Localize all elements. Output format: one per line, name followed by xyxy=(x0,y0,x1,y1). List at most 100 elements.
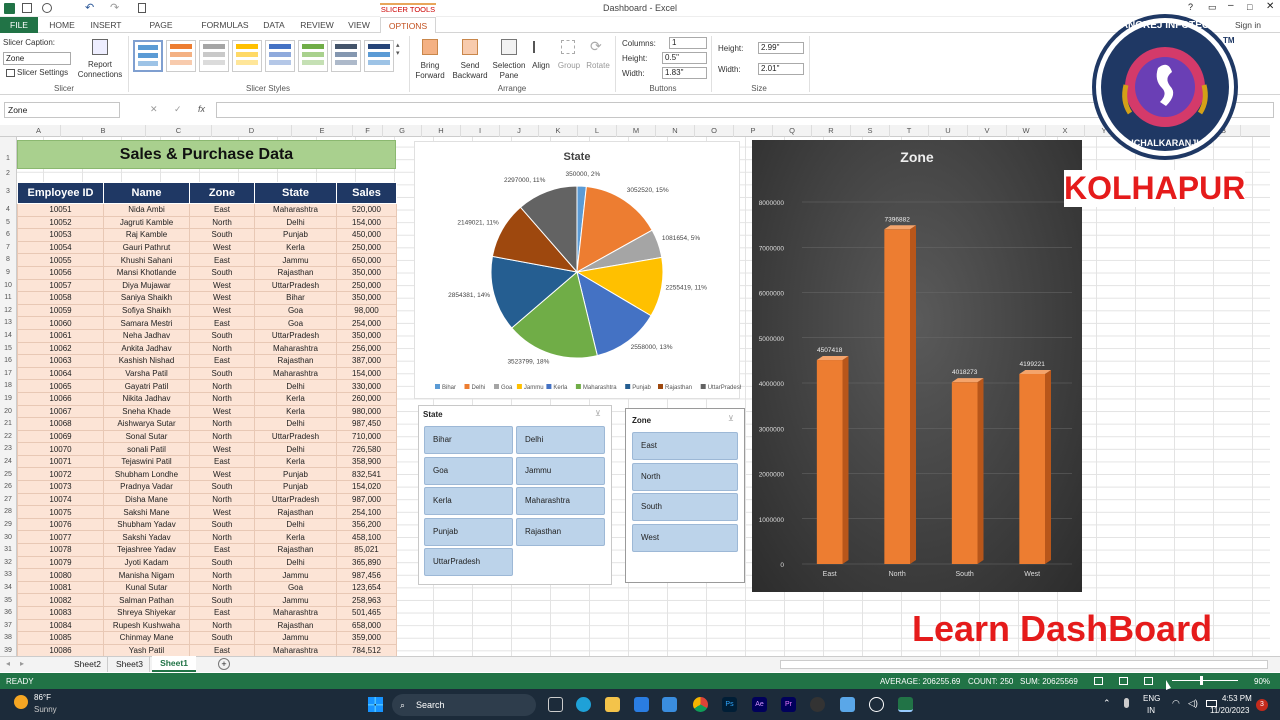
media-player-icon[interactable] xyxy=(869,697,884,712)
table-cell[interactable]: Goa xyxy=(254,316,337,330)
rotate-icon[interactable]: ⟳ xyxy=(590,38,602,55)
table-cell[interactable]: East xyxy=(189,203,255,217)
columns-input[interactable]: 1 xyxy=(669,37,707,49)
table-cell[interactable]: Varsha Patil xyxy=(103,366,190,381)
table-cell[interactable]: South xyxy=(189,631,255,645)
table-cell[interactable]: 784,512 xyxy=(336,643,397,658)
table-row[interactable]: 10076 Shubham Yadav South Delhi 356,200 xyxy=(17,517,397,532)
table-cell[interactable]: North xyxy=(189,379,255,393)
table-cell[interactable]: Rajasthan xyxy=(254,543,337,557)
column-header[interactable]: M xyxy=(617,125,656,137)
table-cell[interactable]: 10084 xyxy=(17,618,104,633)
table-row[interactable]: 10078 Tejashree Yadav East Rajasthan 85,021 xyxy=(17,543,397,557)
table-row[interactable]: 10067 Sneha Khade West Kerla 980,000 xyxy=(17,404,397,419)
row-header[interactable]: 3 xyxy=(0,188,16,195)
table-header[interactable]: Zone xyxy=(189,182,255,204)
tab-data[interactable]: DATA xyxy=(258,17,290,33)
styles-more-icon[interactable]: ▴ ▾ xyxy=(396,41,400,57)
table-row[interactable]: 10052 Jagruti Kamble North Delhi 154,000 xyxy=(17,215,397,230)
group-icon[interactable] xyxy=(561,40,575,54)
table-cell[interactable]: Neha Jadhav xyxy=(103,328,190,343)
column-header[interactable]: L xyxy=(578,125,617,137)
zone-bar-chart[interactable]: Zone 0 1000000 2000000 3000000 4000000 5000000… xyxy=(752,140,1082,592)
table-cell[interactable]: Tejaswini Patil xyxy=(103,454,190,469)
slicer-settings-icon[interactable] xyxy=(6,69,15,77)
edge-icon[interactable] xyxy=(576,697,591,712)
column-header[interactable]: I xyxy=(461,125,500,137)
bring-forward-button[interactable]: Bring Forward xyxy=(410,61,450,81)
table-cell[interactable]: 987,450 xyxy=(336,417,397,431)
table-row[interactable]: 10084 Rupesh Kushwaha North Rajasthan 658,00… xyxy=(17,618,397,633)
table-cell[interactable]: Delhi xyxy=(254,517,337,532)
table-row[interactable]: 10055 Khushi Sahani East Jammu 650,000 xyxy=(17,253,397,267)
table-cell[interactable]: 10072 xyxy=(17,467,104,482)
state-pie-chart[interactable]: State 350000, 2% 3052520, 15% 1081654, 5% 22… xyxy=(414,141,743,399)
clock-time[interactable]: 4:53 PM xyxy=(1222,694,1252,703)
table-cell[interactable]: 10058 xyxy=(17,291,104,305)
table-cell[interactable]: 250,000 xyxy=(336,240,397,255)
table-cell[interactable]: 350,000 xyxy=(336,328,397,343)
task-view-icon[interactable] xyxy=(548,697,563,712)
table-cell[interactable]: 358,900 xyxy=(336,454,397,469)
row-header[interactable]: 5 xyxy=(0,219,16,226)
photoshop-icon[interactable]: Ps xyxy=(722,697,737,712)
table-cell[interactable]: 10063 xyxy=(17,354,104,368)
table-cell[interactable]: 10071 xyxy=(17,454,104,469)
premiere-icon[interactable]: Pr xyxy=(781,697,796,712)
table-cell[interactable]: 350,000 xyxy=(336,291,397,305)
start-icon[interactable] xyxy=(368,697,383,712)
row-header[interactable]: 17 xyxy=(0,370,16,377)
table-cell[interactable]: 258,963 xyxy=(336,593,397,607)
table-cell[interactable]: 85,021 xyxy=(336,543,397,557)
table-header[interactable]: Employee ID xyxy=(17,182,104,204)
table-cell[interactable]: North xyxy=(189,429,255,444)
table-row[interactable]: 10075 Sakshi Mane West Rajasthan 254,100 xyxy=(17,505,397,519)
table-row[interactable]: 10086 Yash Patil East Maharashtra 784,512 xyxy=(17,643,397,658)
tab-file[interactable]: FILE xyxy=(0,17,38,33)
table-cell[interactable]: South xyxy=(189,517,255,532)
send-backward-icon[interactable] xyxy=(462,39,478,55)
table-cell[interactable]: Delhi xyxy=(254,555,337,570)
table-row[interactable]: 10059 Sofiya Shaikh West Goa 98,000 xyxy=(17,303,397,318)
row-header[interactable]: 26 xyxy=(0,483,16,490)
table-cell[interactable]: 710,000 xyxy=(336,429,397,444)
row-header[interactable]: 23 xyxy=(0,445,16,452)
column-header[interactable]: C xyxy=(146,125,212,137)
align-icon[interactable] xyxy=(533,41,547,53)
normal-view-icon[interactable] xyxy=(1094,677,1103,685)
table-cell[interactable]: 10059 xyxy=(17,303,104,318)
table-cell[interactable]: Maharashtra xyxy=(254,203,337,217)
minimize-icon[interactable]: – xyxy=(1228,0,1234,11)
table-cell[interactable]: 250,000 xyxy=(336,278,397,293)
column-header[interactable]: T xyxy=(890,125,929,137)
table-cell[interactable]: 260,000 xyxy=(336,391,397,406)
state-slicer-item[interactable]: Rajasthan xyxy=(516,517,605,546)
column-header[interactable]: B xyxy=(61,125,146,137)
table-cell[interactable]: Rajasthan xyxy=(254,505,337,519)
table-cell[interactable]: 10086 xyxy=(17,643,104,658)
table-cell[interactable]: 726,580 xyxy=(336,442,397,456)
row-header[interactable]: 19 xyxy=(0,395,16,402)
table-cell[interactable]: 658,000 xyxy=(336,618,397,633)
maximize-icon[interactable]: □ xyxy=(1247,2,1252,12)
table-row[interactable]: 10061 Neha Jadhav South UttarPradesh 350,000 xyxy=(17,328,397,343)
table-cell[interactable]: 256,000 xyxy=(336,341,397,356)
table-cell[interactable]: 387,000 xyxy=(336,354,397,368)
button-width-input[interactable]: 1.83" xyxy=(662,67,707,79)
align-button[interactable]: Align xyxy=(528,61,554,71)
mail-icon[interactable] xyxy=(634,697,649,712)
table-row[interactable]: 10069 Sonal Sutar North UttarPradesh 710,000 xyxy=(17,429,397,444)
table-cell[interactable]: sonali Patil xyxy=(103,442,190,456)
row-header[interactable]: 11 xyxy=(0,294,16,301)
table-cell[interactable]: 10056 xyxy=(17,265,104,280)
row-header[interactable]: 27 xyxy=(0,496,16,503)
row-header[interactable]: 14 xyxy=(0,332,16,339)
table-cell[interactable]: Jyoti Kadam xyxy=(103,555,190,570)
slicer-style-7[interactable] xyxy=(331,40,361,72)
slicer-style-8[interactable] xyxy=(364,40,394,72)
table-cell[interactable]: 10053 xyxy=(17,228,104,242)
volume-icon[interactable]: ◁) xyxy=(1188,698,1198,709)
table-row[interactable]: 10074 Disha Mane North UttarPradesh 987,000 xyxy=(17,492,397,507)
column-header[interactable]: S xyxy=(851,125,890,137)
table-row[interactable]: 10071 Tejaswini Patil East Kerla 358,900 xyxy=(17,454,397,469)
